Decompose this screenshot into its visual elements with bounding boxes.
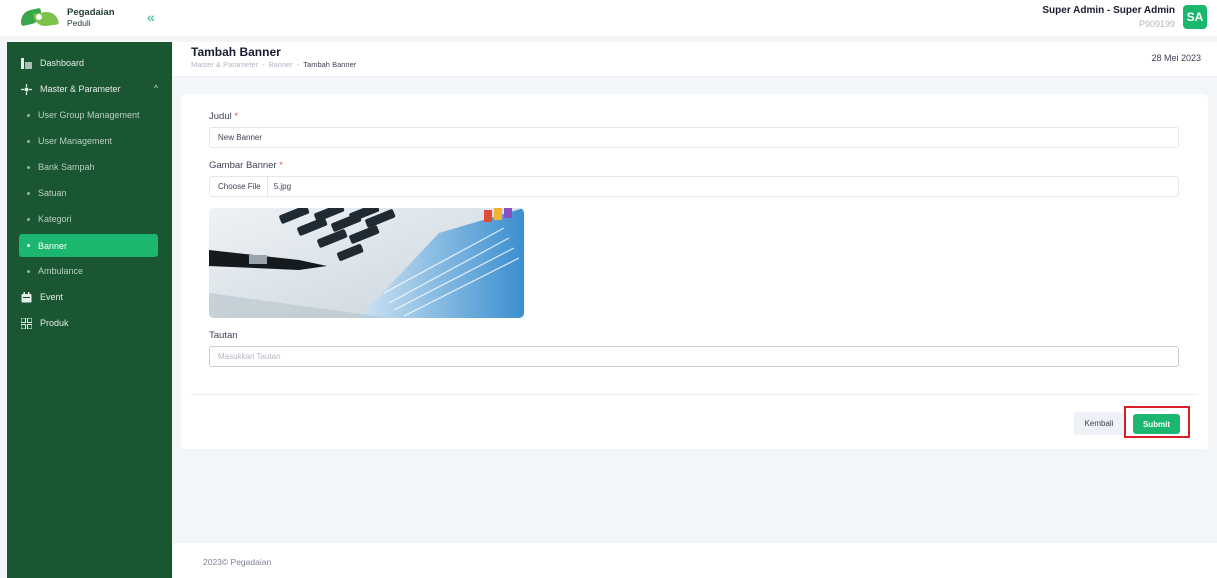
bullet-icon bbox=[27, 139, 30, 143]
brand-subname: Peduli bbox=[67, 18, 91, 28]
sidebar-item-banner[interactable]: Banner bbox=[19, 234, 158, 257]
gambar-banner-label-text: Gambar Banner bbox=[209, 160, 277, 171]
required-mark: * bbox=[279, 160, 283, 171]
choose-file-button[interactable]: Choose File bbox=[218, 177, 268, 196]
sidebar-item-master-parameter[interactable]: Master & Parameter ^ bbox=[7, 76, 172, 102]
gambar-banner-file-input[interactable]: Choose File 5.jpg bbox=[209, 176, 1179, 197]
file-name: 5.jpg bbox=[273, 182, 292, 191]
grid-icon bbox=[20, 317, 32, 329]
sidebar-item-label: Event bbox=[40, 292, 64, 302]
tautan-label: Tautan bbox=[209, 330, 238, 341]
banner-preview-image bbox=[209, 208, 524, 318]
sidebar-item-label: Dashboard bbox=[40, 58, 85, 68]
bullet-icon bbox=[27, 269, 30, 273]
sidebar-item-label: User Management bbox=[38, 136, 113, 146]
user-menu[interactable]: Super Admin - Super Admin P909199 SA bbox=[1042, 4, 1207, 30]
judul-label: Judul * bbox=[209, 111, 238, 122]
tautan-label-text: Tautan bbox=[209, 330, 238, 341]
sidebar-item-event[interactable]: Event bbox=[7, 284, 172, 310]
sidebar-item-label: Banner bbox=[38, 240, 68, 251]
tautan-input-placeholder: Masukkan Tautan bbox=[218, 352, 281, 361]
current-date: 28 Mei 2023 bbox=[1151, 53, 1201, 63]
sidebar-item-produk[interactable]: Produk bbox=[7, 310, 172, 336]
user-id: P909199 bbox=[1138, 19, 1175, 29]
sidebar-item-label: Produk bbox=[40, 318, 69, 328]
brand-name: Pegadaian bbox=[67, 7, 115, 18]
footer-copyright: 2023© Pegadaian bbox=[203, 557, 272, 567]
sidebar-item-kategori[interactable]: Kategori bbox=[7, 206, 172, 232]
avatar[interactable]: SA bbox=[1183, 5, 1207, 29]
user-info: Super Admin - Super Admin P909199 bbox=[1042, 4, 1175, 30]
user-name: Super Admin - Super Admin bbox=[1042, 5, 1175, 16]
sidebar-item-label: Kategori bbox=[38, 214, 72, 224]
tautan-input[interactable]: Masukkan Tautan bbox=[209, 346, 1179, 367]
page-title: Tambah Banner bbox=[191, 45, 281, 59]
sidebar-item-satuan[interactable]: Satuan bbox=[7, 180, 172, 206]
collapse-sidebar-icon[interactable]: « bbox=[147, 9, 155, 25]
kembali-button[interactable]: Kembali bbox=[1074, 412, 1124, 435]
judul-input-value: New Banner bbox=[218, 133, 263, 142]
banner-form-card: Judul * New Banner Gambar Banner * Choos… bbox=[181, 94, 1208, 449]
sidebar-item-label: Bank Sampah bbox=[38, 162, 95, 172]
sidebar-item-label: Master & Parameter bbox=[40, 84, 121, 94]
divider bbox=[191, 394, 1198, 395]
dashboard-icon bbox=[20, 57, 32, 69]
sidebar-item-user-management[interactable]: User Management bbox=[7, 128, 172, 154]
brand-text: Pegadaian Peduli bbox=[67, 7, 115, 29]
sidebar-item-dashboard[interactable]: Dashboard bbox=[7, 50, 172, 76]
submit-highlight-box: Submit bbox=[1124, 406, 1190, 438]
required-mark: * bbox=[234, 111, 239, 122]
chevron-up-icon[interactable]: ^ bbox=[154, 84, 158, 93]
judul-label-text: Judul bbox=[209, 111, 232, 122]
pegadaian-logo-icon bbox=[18, 7, 60, 28]
breadcrumb-separator: - bbox=[296, 60, 300, 69]
breadcrumb-item[interactable]: Banner bbox=[269, 60, 293, 69]
breadcrumb-item[interactable]: Master & Parameter bbox=[191, 60, 258, 69]
sidebar-item-label: Ambulance bbox=[38, 266, 84, 276]
calendar-icon bbox=[20, 291, 32, 303]
sidebar-item-bank-sampah[interactable]: Bank Sampah bbox=[7, 154, 172, 180]
sidebar-item-ambulance[interactable]: Ambulance bbox=[7, 258, 172, 284]
sidebar-item-label: User Group Management bbox=[38, 110, 140, 120]
breadcrumb-current: Tambah Banner bbox=[303, 60, 357, 69]
bullet-icon bbox=[27, 191, 30, 195]
subheader: Tambah Banner Master & Parameter - Banner -… bbox=[173, 42, 1217, 77]
submit-button[interactable]: Submit bbox=[1133, 414, 1180, 434]
bullet-icon bbox=[27, 244, 30, 247]
gambar-banner-label: Gambar Banner * bbox=[209, 160, 283, 171]
sidebar-item-user-group-management[interactable]: User Group Management bbox=[7, 102, 172, 128]
footer: 2023© Pegadaian bbox=[173, 543, 1217, 578]
breadcrumb-separator: - bbox=[262, 60, 265, 69]
settings-icon bbox=[20, 83, 32, 95]
top-bar: Pegadaian Peduli « Super Admin - Super A… bbox=[0, 0, 1217, 36]
bullet-icon bbox=[27, 165, 30, 169]
sidebar-item-label: Satuan bbox=[38, 188, 67, 198]
sidebar: Dashboard Master & Parameter ^ User Grou… bbox=[7, 42, 172, 578]
judul-input[interactable]: New Banner bbox=[209, 127, 1179, 148]
bullet-icon bbox=[27, 113, 30, 117]
breadcrumb: Master & Parameter - Banner - Tambah Banner bbox=[191, 60, 356, 69]
bullet-icon bbox=[27, 217, 30, 221]
